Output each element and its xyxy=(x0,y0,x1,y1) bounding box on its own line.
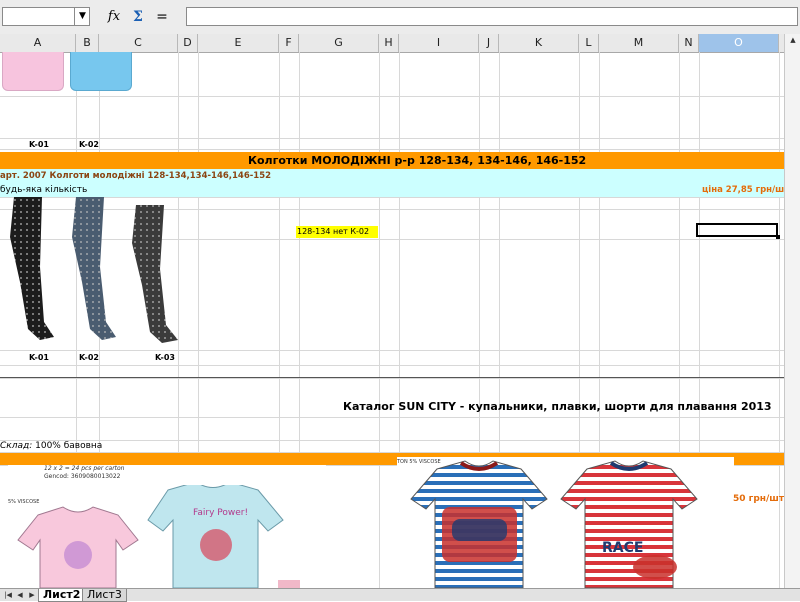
fx-icon[interactable]: 𝑓x xyxy=(104,8,124,26)
label-k02-bottom: K-02 xyxy=(79,353,99,362)
image-caption-1: 12 x 2 = 24 pcs per carton xyxy=(44,465,125,472)
tights-images xyxy=(10,197,178,343)
pink-tshirt-icon xyxy=(17,506,139,588)
blue-striped-tshirt-icon xyxy=(410,460,548,588)
sheet-tab-bar: |◀ ◀ ▶ Лист2 Лист3 xyxy=(0,588,800,602)
race-print: RACE xyxy=(602,540,643,556)
column-header-o[interactable]: O xyxy=(699,34,779,52)
section-title: Колготки МОЛОДІЖНІ р-р 128-134, 134-146,… xyxy=(248,154,587,167)
column-header-h[interactable]: H xyxy=(379,34,399,52)
spreadsheet-grid[interactable]: K-01 K-02 Колготки МОЛОДІЖНІ р-р 128-134… xyxy=(0,52,790,588)
note-yellow-cell[interactable]: 128-134 нет К-02 xyxy=(296,226,378,238)
formula-toolbar: ▼ 𝑓x Σ = xyxy=(0,0,800,35)
column-header-row: A B C D E F G H I J K L M N O P xyxy=(0,34,800,53)
equals-button[interactable]: = xyxy=(152,8,172,26)
column-header-n[interactable]: N xyxy=(679,34,699,52)
column-header-a[interactable]: A xyxy=(0,34,76,52)
price-text: ціна 27,85 грн/шт. xyxy=(702,185,790,195)
column-header-e[interactable]: E xyxy=(198,34,279,52)
art-row: арт. 2007 Колготи молодіжні 128-134,134-… xyxy=(0,169,790,183)
column-header-j[interactable]: J xyxy=(479,34,499,52)
label-k01-bottom: K-01 xyxy=(29,353,49,362)
blue-tshirt-icon: Fairy Power! xyxy=(147,485,284,588)
note-yellow: 128-134 нет К-02 xyxy=(297,227,370,236)
composition-row: Склад: 100% бавовна xyxy=(0,441,102,451)
scroll-up-icon[interactable]: ▲ xyxy=(788,36,798,46)
fairy-power-print: Fairy Power! xyxy=(193,508,248,518)
tshirts-right-svg: RACE xyxy=(410,460,698,588)
label-k03-bottom: K-03 xyxy=(155,353,175,362)
selected-cell[interactable] xyxy=(696,223,778,237)
column-header-c[interactable]: C xyxy=(99,34,178,52)
composition-value: 100% бавовна xyxy=(32,441,103,451)
column-header-m[interactable]: M xyxy=(599,34,679,52)
tab-list3[interactable]: Лист3 xyxy=(82,589,127,602)
sigma-icon[interactable]: Σ xyxy=(128,8,148,26)
tab-list2[interactable]: Лист2 xyxy=(38,589,86,602)
next-sheet-icon[interactable]: ▶ xyxy=(26,590,38,600)
column-header-f[interactable]: F xyxy=(279,34,299,52)
label-k02-top: K-02 xyxy=(79,140,99,149)
column-header-d[interactable]: D xyxy=(178,34,198,52)
column-header-g[interactable]: G xyxy=(299,34,379,52)
tshirts-left-svg: Fairy Power! xyxy=(17,485,284,588)
red-striped-tshirt-icon: RACE xyxy=(560,460,698,588)
tshirt-image-left: 12 x 2 = 24 pcs per carton Gencod: 36090… xyxy=(8,465,326,588)
tights-black xyxy=(10,197,54,340)
label-k01-top: K-01 xyxy=(29,140,49,149)
column-header-i[interactable]: I xyxy=(399,34,479,52)
composition-label: Склад: xyxy=(0,441,33,451)
price-partial: 50 грн/шт. xyxy=(733,494,788,504)
chevron-down-icon[interactable]: ▼ xyxy=(74,8,90,25)
vertical-scrollbar[interactable]: ▲ xyxy=(784,34,800,588)
tights-grey-blue xyxy=(72,197,116,340)
column-header-l[interactable]: L xyxy=(579,34,599,52)
qty-text: будь-яка кількість xyxy=(0,185,88,195)
pink-item-edge xyxy=(278,580,300,588)
fill-handle[interactable] xyxy=(776,235,780,239)
first-sheet-icon[interactable]: |◀ xyxy=(2,590,14,600)
pink-swatch-image xyxy=(2,52,64,91)
blue-swatch-image xyxy=(70,52,132,91)
section-title-band: Колготки МОЛОДІЖНІ р-р 128-134, 134-146,… xyxy=(0,152,790,169)
qty-row: будь-яка кількість ціна 27,85 грн/шт. xyxy=(0,183,790,197)
image-caption-2: Gencod: 3609080013022 xyxy=(44,473,121,480)
prev-sheet-icon[interactable]: ◀ xyxy=(14,590,26,600)
formula-input[interactable] xyxy=(186,7,798,26)
catalog-title: Каталог SUN CITY - купальники, плавки, ш… xyxy=(343,400,772,413)
column-header-k[interactable]: K xyxy=(499,34,579,52)
column-header-b[interactable]: B xyxy=(76,34,99,52)
tshirt-image-right: TON 5% VISCOSE RACE xyxy=(397,457,734,588)
tights-dark-grey xyxy=(132,205,178,343)
art-line: арт. 2007 Колготи молодіжні 128-134,134-… xyxy=(0,171,272,181)
